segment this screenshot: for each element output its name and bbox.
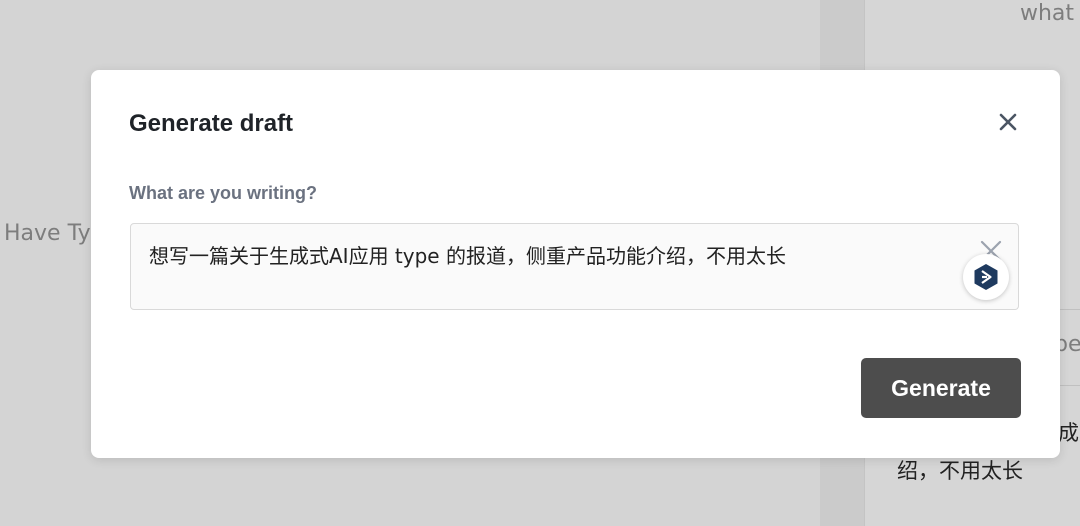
generate-draft-dialog: Generate draft What are you writing? 想写一… bbox=[91, 70, 1060, 458]
background-panel-text: 成 bbox=[1058, 421, 1079, 445]
close-icon bbox=[999, 113, 1017, 131]
background-panel-text: 绍，不用太长 bbox=[897, 459, 1023, 483]
close-button[interactable] bbox=[992, 106, 1024, 138]
field-label: What are you writing? bbox=[129, 183, 318, 203]
prompt-value: 想写一篇关于生成式AI应用 type 的报道，侧重产品功能介绍，不用太长 bbox=[149, 244, 786, 268]
generate-button[interactable]: Generate bbox=[861, 358, 1021, 418]
background-editor-text: Have Ty bbox=[4, 221, 91, 246]
assistant-button[interactable] bbox=[963, 254, 1009, 300]
background-panel-heading: what bbox=[1020, 1, 1075, 26]
prompt-textarea[interactable]: 想写一篇关于生成式AI应用 type 的报道，侧重产品功能介绍，不用太长 bbox=[130, 223, 1019, 310]
assistant-logo-icon bbox=[974, 264, 998, 290]
dialog-title: Generate draft bbox=[129, 110, 294, 137]
